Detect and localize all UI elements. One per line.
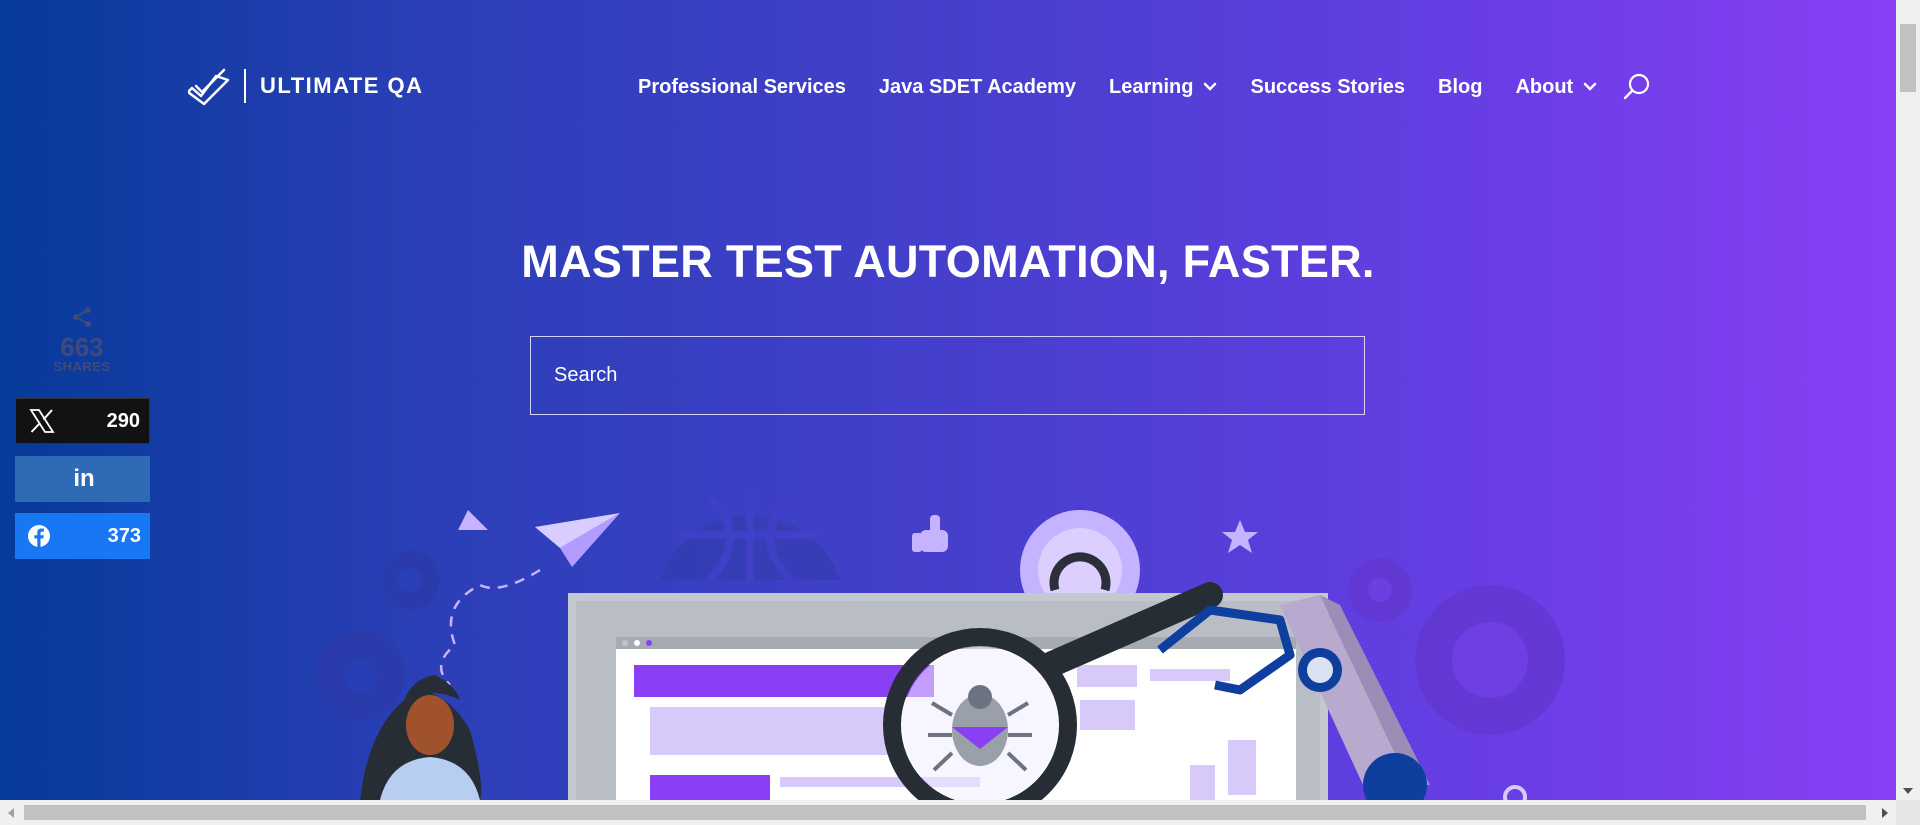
nav-blog[interactable]: Blog — [1438, 76, 1482, 99]
scrollbar-corner — [1896, 800, 1920, 825]
share-x-button[interactable]: 290 — [15, 398, 150, 444]
chevron-down-icon — [1583, 82, 1597, 91]
nav-label: About — [1515, 75, 1574, 98]
vertical-scroll-thumb[interactable] — [1900, 24, 1916, 92]
share-total-label: SHARES — [53, 359, 111, 374]
nav-about[interactable]: About — [1515, 76, 1597, 99]
nav-success-stories[interactable]: Success Stories — [1250, 76, 1405, 99]
nav-label: Java SDET Academy — [878, 75, 1077, 98]
share-icon — [73, 307, 91, 327]
globe-icon — [660, 490, 840, 583]
share-count: 663 SHARES — [52, 306, 112, 374]
thumbs-up-icon — [912, 515, 948, 552]
share-facebook-count: 373 — [107, 524, 141, 547]
logo-divider — [244, 69, 246, 103]
nav-java-sdet-academy[interactable]: Java SDET Academy — [879, 76, 1076, 99]
share-facebook-button[interactable]: 373 — [15, 513, 150, 559]
nav-label: Learning — [1109, 75, 1194, 98]
scroll-left-arrow-icon[interactable] — [8, 808, 14, 818]
hero-title: MASTER TEST AUTOMATION, FASTER. — [521, 236, 1375, 287]
share-linkedin-button[interactable]: in — [15, 456, 150, 502]
x-logo-icon — [29, 409, 55, 433]
hero-search-box[interactable] — [530, 336, 1365, 415]
nav-professional-services[interactable]: Professional Services — [638, 76, 846, 99]
logo-text: ULTIMATE QA — [260, 73, 424, 98]
linkedin-icon: in — [73, 465, 95, 492]
star-icon — [1222, 520, 1258, 553]
search-icon[interactable] — [1622, 72, 1652, 102]
triangle-shape — [458, 510, 488, 530]
nav-label: Professional Services — [638, 75, 846, 98]
main-nav: Professional Services Java SDET Academy … — [638, 72, 1652, 102]
site-logo[interactable]: ULTIMATE QA — [188, 66, 424, 106]
nav-label: Blog — [1438, 75, 1483, 98]
nav-label: Success Stories — [1250, 75, 1406, 98]
checkmark-logo-icon — [188, 68, 230, 106]
facebook-icon — [28, 525, 50, 548]
chevron-down-icon — [1204, 82, 1217, 91]
hero-illustration — [315, 490, 1565, 800]
share-x-count: 290 — [106, 409, 140, 432]
ring-shape — [1503, 785, 1527, 800]
horizontal-scrollbar[interactable] — [0, 800, 1896, 825]
scroll-right-arrow-icon[interactable] — [1882, 808, 1888, 818]
scroll-down-arrow-icon[interactable] — [1903, 788, 1913, 794]
hero-search-input[interactable] — [554, 364, 1364, 387]
share-total-count: 663 — [60, 332, 104, 362]
vertical-scrollbar[interactable] — [1896, 0, 1920, 800]
horizontal-scroll-thumb[interactable] — [24, 805, 1866, 820]
page-viewport: ULTIMATE QA Professional Services Java S… — [0, 0, 1896, 800]
nav-learning[interactable]: Learning — [1109, 76, 1217, 99]
